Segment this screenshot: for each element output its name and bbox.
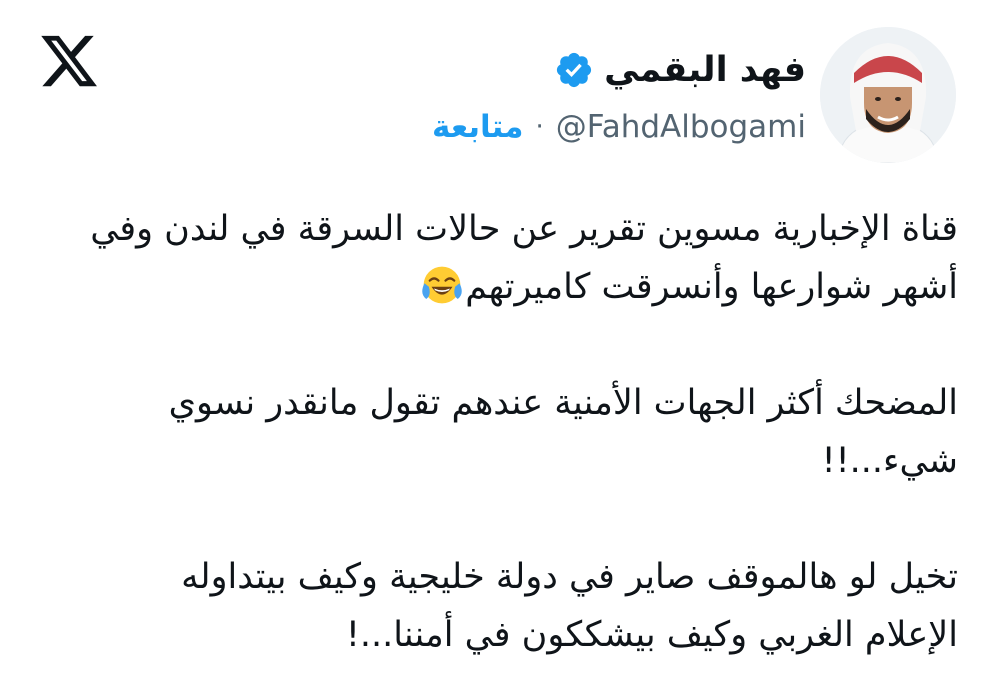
tweet-card: فهد البقمي @FahdAlbogami · متابعة قناة ا… [0,0,996,678]
tweet-line: شيء...!! [821,441,958,481]
tweet-text: قناة الإخبارية مسوين تقرير عن حالات السر… [38,200,958,664]
x-logo-icon[interactable] [37,30,101,92]
author-name-row: فهد البقمي [554,42,806,98]
author-handle[interactable]: @FahdAlbogami [556,111,806,143]
separator-dot: · [535,112,544,142]
tweet-paragraph: تخيل لو هالموقف صاير في دولة خليجية وكيف… [38,548,958,664]
tweet-paragraph: قناة الإخبارية مسوين تقرير عن حالات السر… [38,200,958,316]
tweet-line: المضحك أكثر الجهات الأمنية عندهم تقول ما… [168,383,958,423]
tweet-line: قناة الإخبارية مسوين تقرير عن حالات السر… [90,209,958,249]
display-name[interactable]: فهد البقمي [604,52,806,88]
tweet-line: الإعلام الغربي وكيف بيشككون في أمننا...! [345,615,958,655]
face-with-tears-of-joy-icon [422,266,463,304]
tweet-line: تخيل لو هالموقف صاير في دولة خليجية وكيف… [181,557,958,597]
avatar-image [820,27,956,163]
verified-badge-icon [556,52,592,88]
follow-button[interactable]: متابعة [432,111,523,143]
author-handle-row: @FahdAlbogami · متابعة [432,104,806,150]
tweet-line: أشهر شوارعها وأنسرقت كاميرتهم [465,267,958,307]
tweet-paragraph: المضحك أكثر الجهات الأمنية عندهم تقول ما… [38,374,958,490]
avatar[interactable] [820,27,956,163]
